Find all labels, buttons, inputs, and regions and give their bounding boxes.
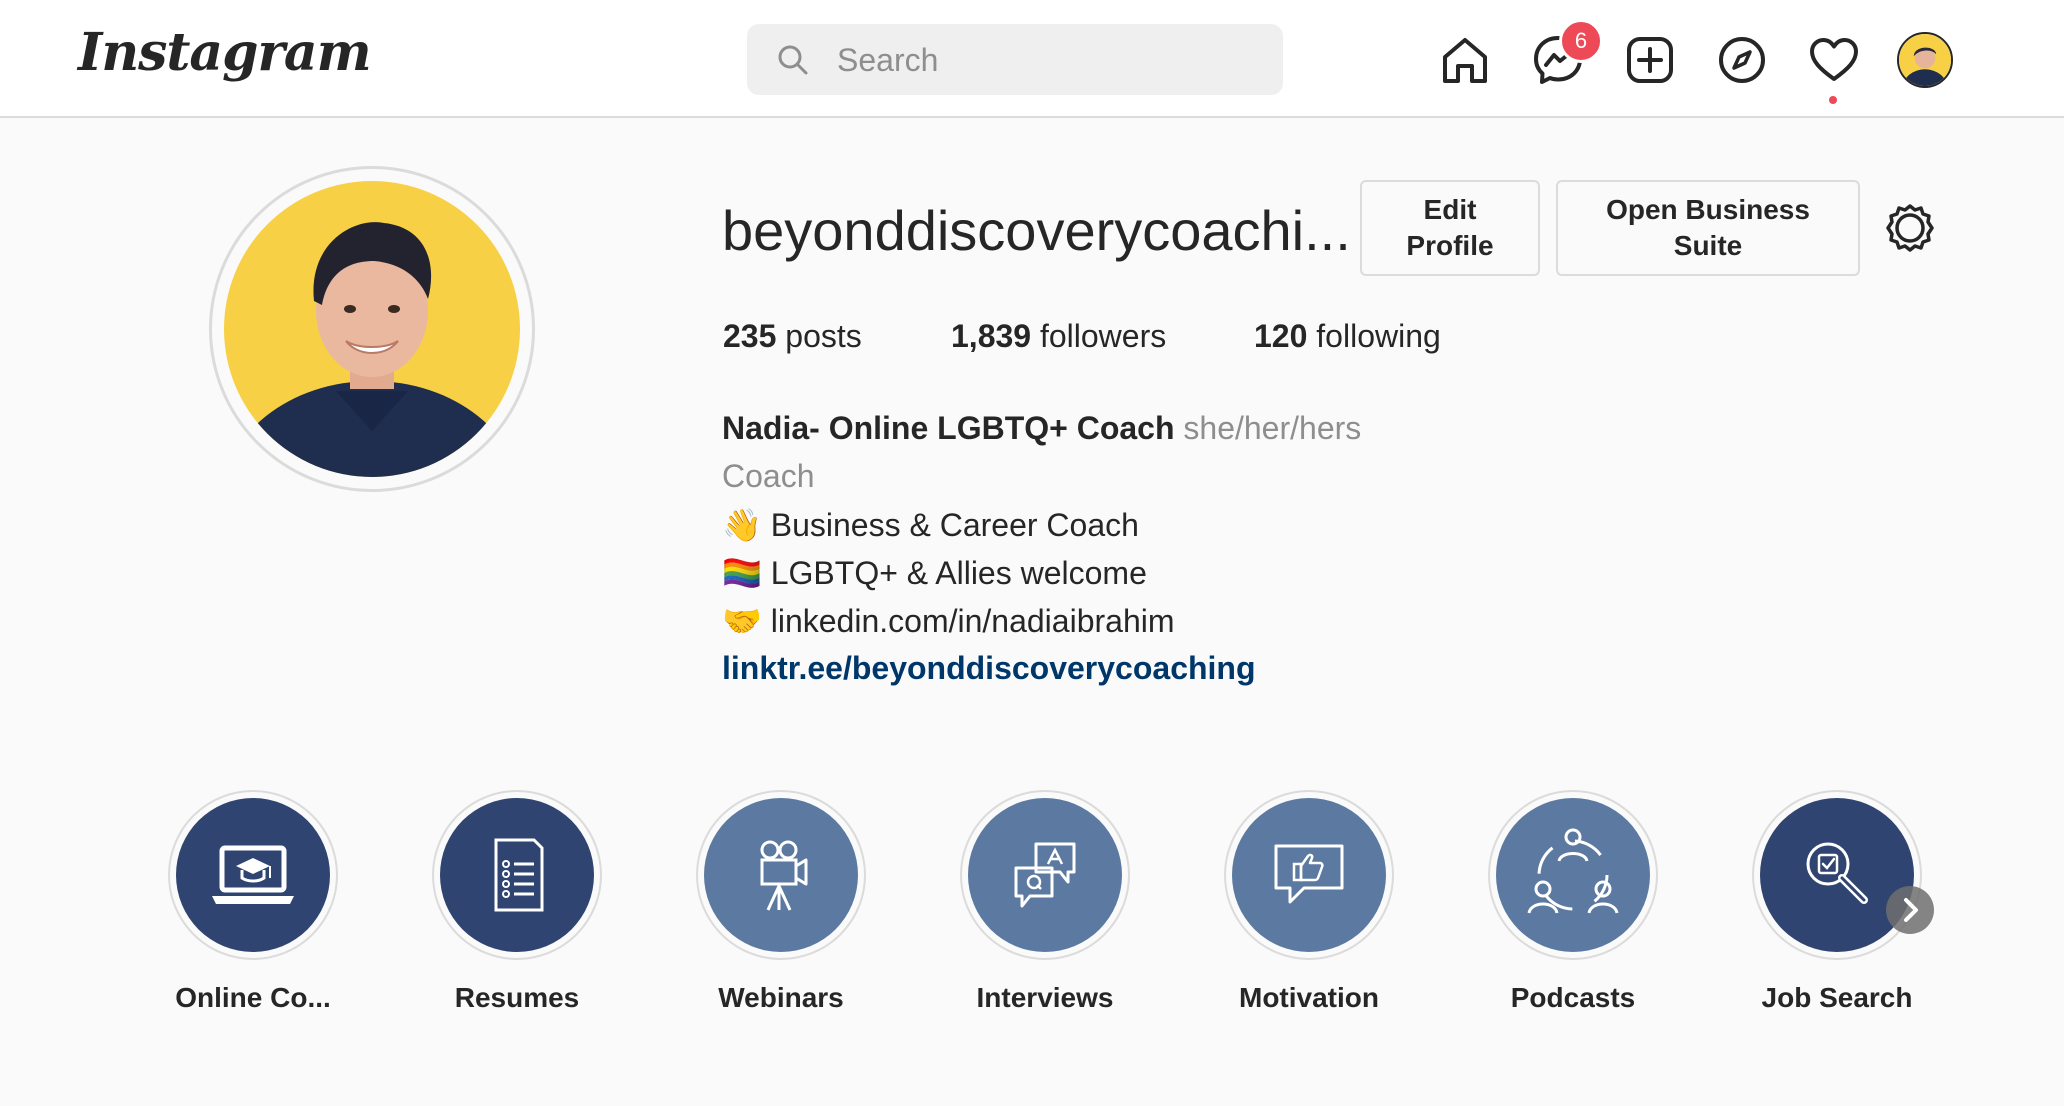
top-navigation-bar: Instagram 6: [0, 0, 2064, 118]
highlight-label: Job Search: [1761, 982, 1913, 1013]
chevron-right-icon: [1904, 898, 1918, 922]
home-icon[interactable]: [1437, 32, 1493, 88]
profile-category: Coach: [722, 458, 815, 494]
bio-line-text: LGBTQ+ & Allies welcome: [770, 555, 1147, 591]
story-highlight[interactable]: Motivation: [1224, 790, 1394, 1020]
thumbs-up-chat-icon: [1274, 844, 1344, 904]
explore-compass-icon[interactable]: [1714, 32, 1770, 88]
profile-full-name: Nadia- Online LGBTQ+ Coach: [722, 410, 1175, 446]
open-business-suite-button[interactable]: Open Business Suite: [1556, 180, 1860, 276]
highlight-cover: [704, 798, 858, 952]
highlight-cover: [968, 798, 1122, 952]
highlight-label: Webinars: [718, 982, 844, 1013]
bio-line-text: Business & Career Coach: [770, 507, 1139, 543]
laptop-graduation-icon: [212, 845, 294, 904]
posts-stat: 235 posts: [723, 318, 862, 355]
following-stat[interactable]: 120 following: [1254, 318, 1441, 355]
story-highlight[interactable]: Webinars: [696, 790, 866, 1020]
film-camera-icon: [760, 840, 808, 911]
posts-count: 235: [723, 318, 777, 354]
activity-heart-icon[interactable]: [1806, 32, 1862, 88]
followers-label: followers: [1039, 318, 1167, 354]
posts-label: posts: [785, 318, 862, 354]
activity-indicator-dot: [1829, 96, 1837, 104]
following-count: 120: [1254, 318, 1308, 354]
story-highlight[interactable]: Online Co...: [168, 790, 338, 1020]
bio-website-line: linktr.ee/beyonddiscoverycoaching: [722, 650, 1256, 687]
story-highlight[interactable]: Resumes: [432, 790, 602, 1020]
profile-picture[interactable]: [209, 166, 535, 492]
story-highlight[interactable]: Podcasts: [1488, 790, 1658, 1020]
bio-name-line: Nadia- Online LGBTQ+ Coach she/her/hers: [722, 410, 1361, 447]
highlight-cover: [176, 798, 330, 952]
people-network-icon: [1527, 828, 1619, 914]
highlight-cover: [1496, 798, 1650, 952]
search-input[interactable]: [835, 24, 1259, 97]
qa-chat-icon: [1014, 842, 1076, 908]
profile-photo: [224, 181, 520, 477]
search-checklist-icon: [1806, 842, 1868, 904]
story-highlight[interactable]: Interviews: [960, 790, 1130, 1020]
highlights-next-button[interactable]: [1886, 886, 1934, 934]
followers-stat[interactable]: 1,839 followers: [951, 318, 1166, 355]
profile-username: beyonddiscoverycoachi...: [722, 199, 1351, 262]
highlight-label: Podcasts: [1510, 982, 1636, 1013]
highlight-label: Interviews: [976, 982, 1114, 1013]
profile-pronouns: she/her/hers: [1183, 410, 1362, 446]
document-list-icon: [494, 838, 544, 912]
profile-website-link[interactable]: linktr.ee/beyonddiscoverycoaching: [722, 650, 1256, 686]
bio-line: 👋 Business & Career Coach: [722, 506, 1139, 544]
bio-line: 🏳️‍🌈 LGBTQ+ & Allies welcome: [722, 554, 1147, 592]
highlight-cover: [440, 798, 594, 952]
new-post-icon[interactable]: [1622, 32, 1678, 88]
search-icon: [778, 45, 808, 75]
messages-count-badge: 6: [1559, 19, 1603, 63]
highlight-label: Motivation: [1239, 982, 1379, 1013]
bio-line: 🤝 linkedin.com/in/nadiaibrahim: [722, 602, 1175, 640]
highlight-label: Resumes: [454, 982, 580, 1013]
highlight-cover: [1232, 798, 1386, 952]
handshake-emoji: 🤝: [722, 603, 762, 639]
nav-profile-avatar[interactable]: [1897, 32, 1953, 88]
bio-line-text: linkedin.com/in/nadiaibrahim: [770, 603, 1175, 639]
settings-gear-icon[interactable]: [1884, 202, 1936, 254]
following-label: following: [1316, 318, 1441, 354]
rainbow-flag-emoji: 🏳️‍🌈: [722, 555, 762, 591]
instagram-logo[interactable]: Instagram: [78, 22, 372, 83]
highlight-label: Online Co...: [175, 982, 331, 1013]
followers-count: 1,839: [951, 318, 1032, 354]
edit-profile-button[interactable]: Edit Profile: [1360, 180, 1540, 276]
waving-hand-emoji: 👋: [722, 507, 762, 543]
search-box[interactable]: [747, 24, 1283, 97]
